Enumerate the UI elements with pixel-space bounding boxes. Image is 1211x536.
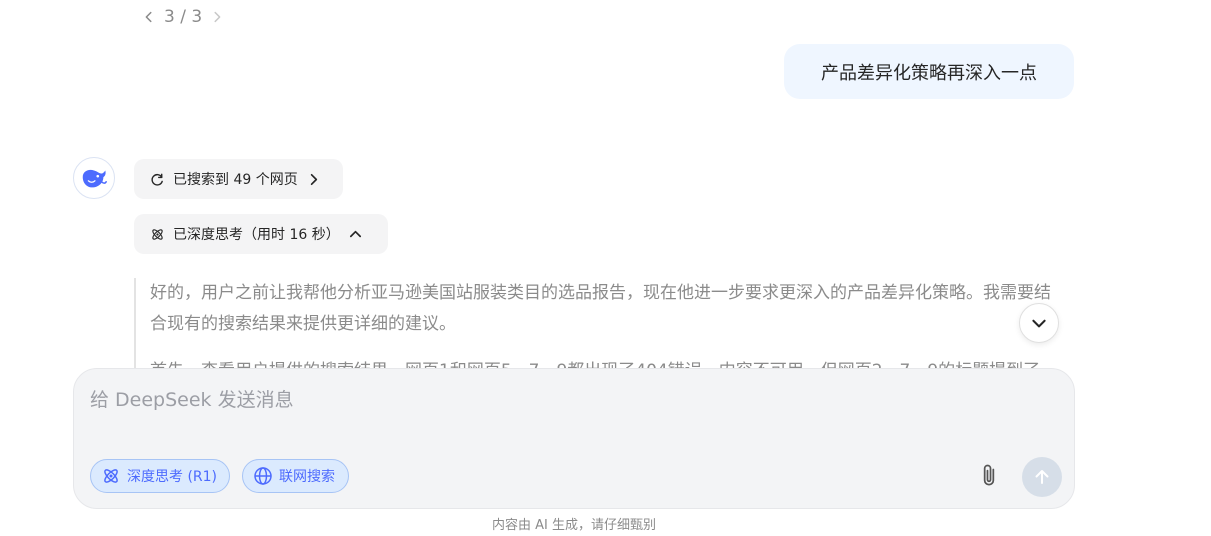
user-message-text: 产品差异化策略再深入一点 bbox=[821, 62, 1037, 84]
deep-thought-toggle-button[interactable]: 已深度思考（用时 16 秒） bbox=[134, 214, 388, 254]
searched-webpages-button[interactable]: 已搜索到 49 个网页 bbox=[134, 159, 343, 199]
assistant-avatar bbox=[73, 157, 115, 199]
chevron-down-icon bbox=[1032, 319, 1046, 328]
message-composer: 深度思考 (R1) 联网搜索 bbox=[73, 368, 1075, 509]
send-message-button[interactable] bbox=[1022, 457, 1062, 497]
search-refresh-icon bbox=[151, 173, 163, 186]
think-pill-label: 已深度思考（用时 16 秒） bbox=[173, 227, 340, 243]
atom-icon bbox=[104, 469, 118, 483]
prev-response-button[interactable] bbox=[140, 5, 158, 29]
deep-think-label: 深度思考 (R1) bbox=[127, 469, 218, 485]
chevron-left-icon bbox=[145, 11, 152, 23]
arrow-up-icon bbox=[1035, 470, 1049, 484]
user-message-bubble: 产品差异化策略再深入一点 bbox=[784, 44, 1074, 99]
chevron-right-icon bbox=[214, 11, 221, 23]
message-input[interactable] bbox=[90, 385, 1050, 435]
scroll-to-bottom-button[interactable] bbox=[1019, 303, 1059, 343]
thought-paragraph: 好的，用户之前让我帮他分析亚马逊美国站服装类目的选品报告，现在他进一步要求更深入… bbox=[150, 283, 1051, 334]
ai-disclaimer: 内容由 AI 生成，请仔细甄别 bbox=[492, 518, 656, 533]
chevron-right-icon bbox=[310, 173, 317, 185]
paperclip-icon bbox=[983, 464, 995, 486]
attach-file-button[interactable] bbox=[972, 459, 1006, 493]
pager-label: 3 / 3 bbox=[164, 7, 203, 27]
atom-icon bbox=[152, 228, 163, 240]
deepseek-whale-icon bbox=[82, 169, 107, 188]
globe-icon bbox=[254, 467, 272, 485]
response-pager: 3 / 3 bbox=[140, 4, 226, 30]
deep-think-r1-toggle[interactable]: 深度思考 (R1) bbox=[90, 459, 230, 493]
search-pill-label: 已搜索到 49 个网页 bbox=[173, 172, 298, 188]
web-search-label: 联网搜索 bbox=[279, 469, 335, 485]
web-search-toggle[interactable]: 联网搜索 bbox=[242, 459, 349, 493]
thought-content: 好的，用户之前让我帮他分析亚马逊美国站服装类目的选品报告，现在他进一步要求更深入… bbox=[134, 278, 1064, 370]
chevron-up-icon bbox=[349, 230, 361, 237]
next-response-button[interactable] bbox=[208, 5, 226, 29]
